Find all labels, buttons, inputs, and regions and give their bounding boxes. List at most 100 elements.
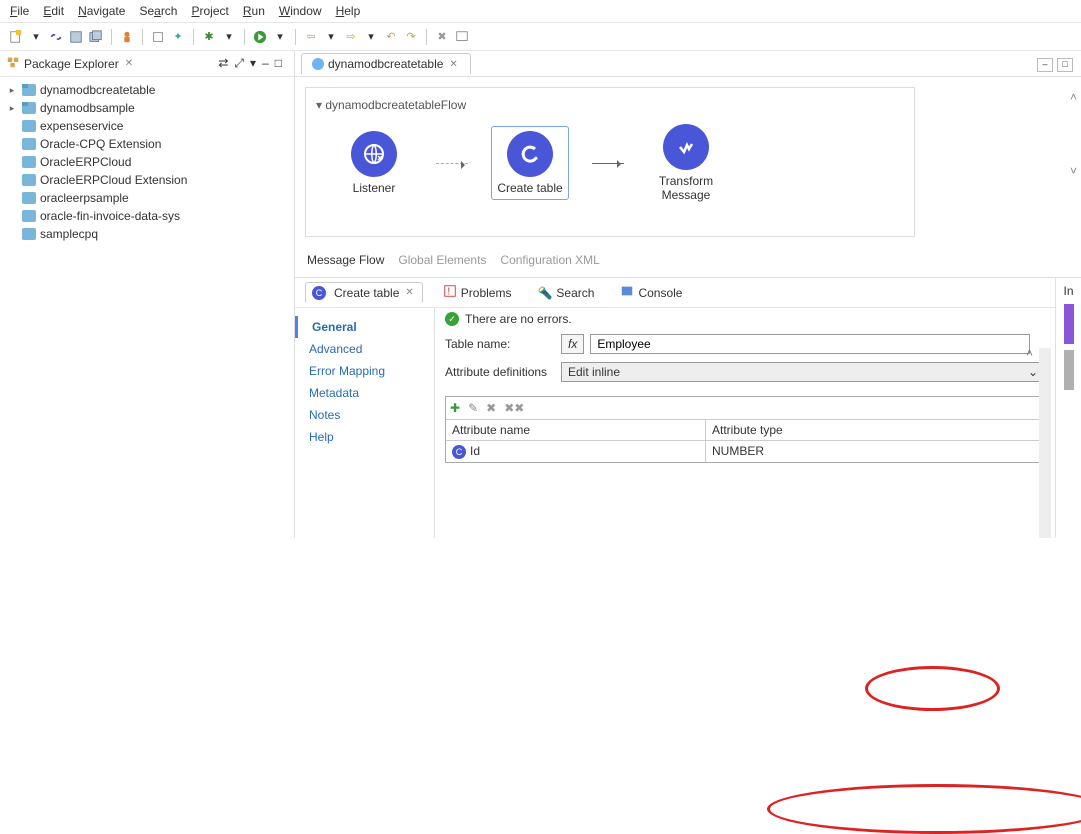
flow-arrow: [592, 163, 624, 164]
menu-file[interactable]: File: [10, 4, 29, 18]
editor-tab-dynamodbcreatetable[interactable]: dynamodbcreatetable ✕: [301, 53, 471, 74]
table-name-input[interactable]: [590, 334, 1030, 354]
flow-canvas[interactable]: dynamodbcreatetableFlow Listener Create t…: [305, 87, 915, 237]
minimize-pane-icon[interactable]: –: [262, 56, 269, 71]
expand-icon[interactable]: ▸: [6, 103, 18, 114]
canvas-tab-configuration-xml[interactable]: Configuration XML: [500, 253, 599, 267]
canvas-sub-tabs: Message Flow Global Elements Configuration…: [295, 247, 1081, 277]
expand-icon[interactable]: ▸: [6, 85, 18, 96]
grid-row[interactable]: CId NUMBER: [446, 441, 1044, 462]
minimap-marker: [1064, 350, 1074, 390]
tree-item-label: oracleerpsample: [40, 191, 129, 205]
attribute-definitions-label: Attribute definitions: [445, 365, 555, 379]
menu-run[interactable]: Run: [243, 4, 265, 18]
tree-item-oracleerpsample[interactable]: oracleerpsample: [2, 189, 292, 207]
maximize-pane-icon[interactable]: □: [275, 56, 282, 71]
view-menu-icon[interactable]: ▾: [250, 56, 256, 71]
collapse-icon[interactable]: ⇄: [218, 56, 228, 71]
tree-item-dynamodbcreatetable[interactable]: ▸dynamodbcreatetable: [2, 81, 292, 99]
tree-item-OracleERPCloud[interactable]: OracleERPCloud: [2, 153, 292, 171]
delete-all-icon[interactable]: ✖✖: [504, 401, 524, 415]
edit-icon[interactable]: ✎: [468, 401, 478, 415]
scroll-up-icon[interactable]: ˄: [1070, 90, 1077, 104]
menu-bar: File Edit Navigate Search Project Run Wi…: [0, 0, 1081, 23]
tree-item-dynamodbsample[interactable]: ▸ dynamodbsample: [2, 99, 292, 117]
scroll-down-icon[interactable]: ˅: [1070, 164, 1077, 178]
link-icon[interactable]: [48, 29, 64, 45]
menu-navigate[interactable]: Navigate: [78, 4, 125, 18]
bug-icon[interactable]: ✱: [201, 29, 217, 45]
box-icon[interactable]: [150, 29, 166, 45]
grid-header-type: Attribute type: [706, 420, 1044, 440]
tree-item-samplecpq[interactable]: samplecpq: [2, 225, 292, 243]
link-editor-icon[interactable]: ⤢: [234, 56, 244, 71]
redo-nav-icon[interactable]: ↷: [403, 29, 419, 45]
tab-label: Search: [556, 286, 594, 300]
category-advanced[interactable]: Advanced: [295, 338, 434, 360]
tree-item-oracle-fin-invoice-data-sys[interactable]: oracle-fin-invoice-data-sys: [2, 207, 292, 225]
close-icon[interactable]: ✕: [447, 59, 459, 70]
category-error-mapping[interactable]: Error Mapping: [295, 360, 434, 382]
run-icon[interactable]: [252, 29, 268, 45]
tree-item-label: OracleERPCloud Extension: [40, 173, 187, 187]
flow-title: dynamodbcreatetableFlow: [316, 98, 904, 112]
close-icon[interactable]: ✕: [123, 58, 135, 69]
canvas-tab-message-flow[interactable]: Message Flow: [307, 253, 384, 267]
save-all-icon[interactable]: [88, 29, 104, 45]
tree-item-Oracle-CPQ Extension[interactable]: Oracle-CPQ Extension: [2, 135, 292, 153]
delete-icon[interactable]: ✖: [486, 401, 496, 415]
node-label: Transform Message: [648, 174, 724, 202]
tree-item-label: oracle-fin-invoice-data-sys: [40, 209, 180, 223]
annotation-ellipse: [865, 666, 1000, 711]
node-label: Listener: [353, 181, 396, 195]
grid-cell-type: NUMBER: [706, 441, 1044, 462]
tree-item-expenseservice[interactable]: expenseservice: [2, 117, 292, 135]
package-explorer-pane: Package Explorer ✕ ⇄ ⤢ ▾ – □ ▸dynamodbcr…: [0, 51, 295, 538]
flow-node-create-table[interactable]: Create table: [492, 127, 568, 199]
dropdown-icon[interactable]: ▾: [28, 29, 44, 45]
debug-person-icon[interactable]: [119, 29, 135, 45]
bottom-tab-create-table[interactable]: CCreate table✕: [305, 282, 423, 303]
flow-node-listener[interactable]: Listener: [336, 131, 412, 195]
tree-item-label: dynamodbsample: [40, 101, 135, 115]
add-icon[interactable]: ✚: [450, 401, 460, 415]
category-general[interactable]: General: [295, 316, 434, 338]
back-icon[interactable]: ⇦: [303, 29, 319, 45]
menu-search[interactable]: Search: [139, 4, 177, 18]
diamond-icon: [663, 124, 709, 170]
scroll-up-icon[interactable]: ˄: [1026, 346, 1033, 360]
attribute-definitions-select[interactable]: Edit inline ⌄: [561, 362, 1045, 382]
menu-edit[interactable]: Edit: [43, 4, 64, 18]
save-icon[interactable]: [68, 29, 84, 45]
flow-arrow: [436, 163, 468, 164]
category-help[interactable]: Help: [295, 426, 434, 448]
window-icon[interactable]: [454, 29, 470, 45]
scrollbar[interactable]: [1039, 348, 1051, 538]
forward-icon[interactable]: ⇨: [343, 29, 359, 45]
wand-icon[interactable]: ✦: [170, 29, 186, 45]
menu-help[interactable]: Help: [336, 4, 361, 18]
bottom-tab-problems[interactable]: !Problems: [437, 282, 518, 303]
menu-project[interactable]: Project: [191, 4, 228, 18]
category-metadata[interactable]: Metadata: [295, 382, 434, 404]
bottom-tab-search[interactable]: 🔦Search: [531, 284, 600, 302]
tab-label: Problems: [461, 286, 512, 300]
new-icon[interactable]: [8, 29, 24, 45]
property-form: ✓ There are no errors. Table name: fx At…: [435, 308, 1055, 538]
package-explorer-icon: [6, 55, 20, 72]
dropdown-icon[interactable]: ▾: [363, 29, 379, 45]
stop-icon[interactable]: ✖: [434, 29, 450, 45]
dropdown-icon[interactable]: ▾: [221, 29, 237, 45]
menu-window[interactable]: Window: [279, 4, 322, 18]
bottom-tab-console[interactable]: Console: [614, 282, 688, 303]
tree-item-OracleERPCloud Extension[interactable]: OracleERPCloud Extension: [2, 171, 292, 189]
dropdown-icon[interactable]: ▾: [272, 29, 288, 45]
dropdown-icon[interactable]: ▾: [323, 29, 339, 45]
canvas-tab-global-elements[interactable]: Global Elements: [398, 253, 486, 267]
category-notes[interactable]: Notes: [295, 404, 434, 426]
fx-button[interactable]: fx: [561, 334, 584, 354]
close-icon[interactable]: ✕: [403, 287, 415, 298]
flow-node-transform-message[interactable]: Transform Message: [648, 124, 724, 202]
undo-nav-icon[interactable]: ↶: [383, 29, 399, 45]
folder-icon: [22, 210, 36, 222]
